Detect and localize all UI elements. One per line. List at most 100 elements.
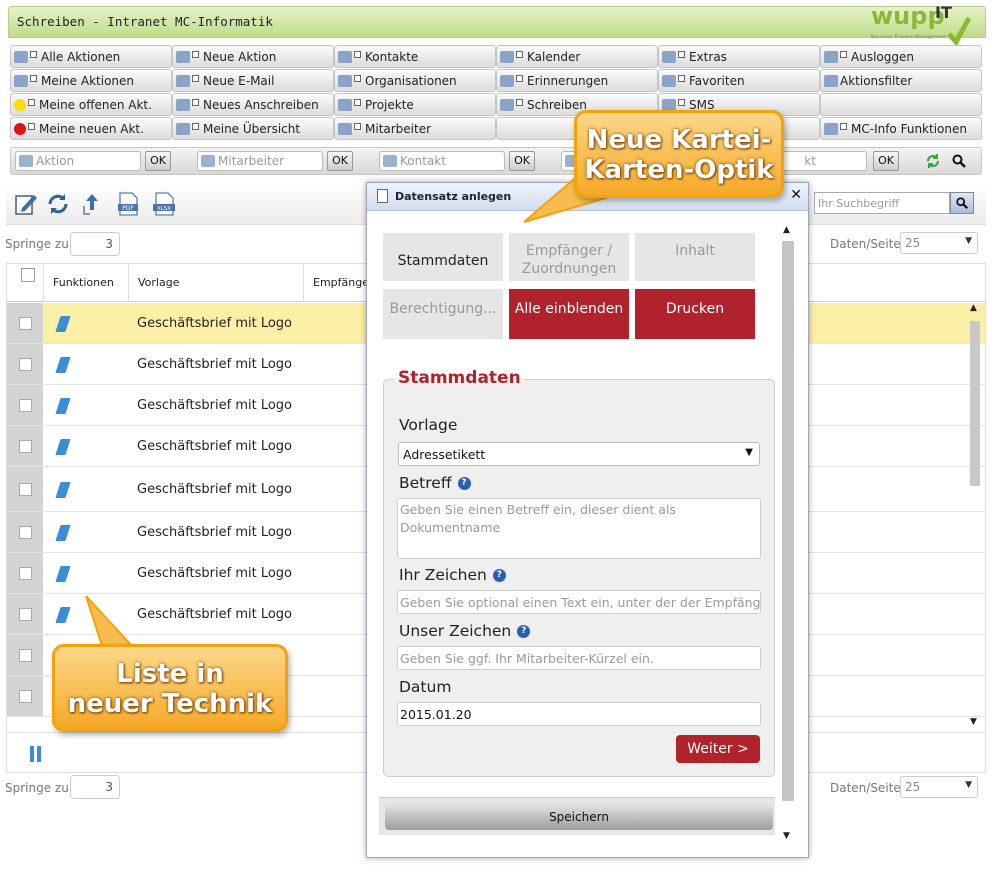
menu-item-mc-info-funktionen[interactable]: MC-Info Funktionen <box>820 117 982 140</box>
close-icon[interactable]: ✕ <box>790 187 802 203</box>
row-checkbox[interactable] <box>19 399 32 412</box>
menu-item-neue-e-mail[interactable]: Neue E-Mail <box>172 69 334 92</box>
row-checkbox[interactable] <box>19 483 32 496</box>
row-checkbox[interactable] <box>19 526 32 539</box>
edit-icon[interactable] <box>55 482 71 498</box>
export-icon[interactable] <box>80 192 104 216</box>
menu-item-label: Ausloggen <box>851 49 914 64</box>
edit-icon[interactable] <box>55 398 71 414</box>
edit-icon[interactable] <box>55 525 71 541</box>
menu-item-meine-neuen-akt[interactable]: Meine neuen Akt. <box>10 117 172 140</box>
menu-item-erinnerungen[interactable]: Erinnerungen <box>496 69 658 92</box>
column-header-funktionen[interactable]: Funktionen <box>53 276 114 289</box>
letter-icon <box>176 98 190 111</box>
menu-item-ausloggen[interactable]: Ausloggen <box>820 45 982 68</box>
menu-item-favoriten[interactable]: Favoriten <box>658 69 820 92</box>
scroll-up-icon[interactable]: ▲ <box>783 225 790 235</box>
xlsx-icon[interactable]: XLSX <box>152 192 176 216</box>
dialog-title: Datensatz anlegen <box>395 190 512 203</box>
open-in-window-icon <box>192 51 199 58</box>
row-checkbox[interactable] <box>19 608 32 621</box>
row-checkbox[interactable] <box>19 358 32 371</box>
reload-icon[interactable] <box>46 192 70 216</box>
menu-item-kalender[interactable]: Kalender <box>496 45 658 68</box>
list-search-input[interactable]: Ihr Suchbegriff <box>814 192 950 214</box>
save-button[interactable]: Speichern <box>385 804 773 830</box>
vorlage-label: Vorlage <box>399 416 458 434</box>
grid-scrollbar[interactable]: ▲ ▼ <box>968 303 982 733</box>
scroll-down-icon[interactable]: ▼ <box>970 717 977 727</box>
edit-icon[interactable] <box>55 316 71 332</box>
dialog-scrollbar[interactable]: ▲ ▼ <box>782 225 794 843</box>
per-page-select-top[interactable]: 25 ▼ <box>900 232 978 254</box>
menu-item-extras[interactable]: Extras <box>658 45 820 68</box>
quick-search-kontakt-ok-button[interactable]: OK <box>509 151 535 171</box>
ihr-zeichen-input[interactable]: Geben Sie optional einen Text ein, unter… <box>397 590 761 614</box>
quick-search-aktion[interactable]: Aktion <box>15 151 141 171</box>
next-button[interactable]: Weiter > <box>676 735 760 763</box>
tab-empfaenger-zuordnungen[interactable]: Empfänger / Zuordnungen <box>509 233 629 281</box>
menu-item-meine-übersicht[interactable]: Meine Übersicht <box>172 117 334 140</box>
menu-item-aktionsfilter[interactable]: Aktionsfilter <box>820 69 982 92</box>
callout-card-optics: Neue Kartei- Karten-Optik <box>574 110 784 198</box>
tab-inhalt[interactable]: Inhalt <box>635 233 755 281</box>
jump-input-top[interactable]: 3 <box>70 232 120 256</box>
datum-input[interactable]: 2015.01.20 <box>397 702 761 726</box>
unser-zeichen-input[interactable]: Geben Sie ggf. Ihr Mitarbeiter-Kürzel ei… <box>397 646 761 670</box>
menu-item-mitarbeiter[interactable]: Mitarbeiter <box>334 117 496 140</box>
refresh-icon[interactable] <box>925 153 941 169</box>
dialog-scrollbar-thumb[interactable] <box>782 241 794 801</box>
menu-item-alle-aktionen[interactable]: Alle Aktionen <box>10 45 172 68</box>
menu-item-neues-anschreiben[interactable]: Neues Anschreiben <box>172 93 334 116</box>
logo-checkmark-icon <box>947 16 971 47</box>
menu-item-meine-offenen-akt[interactable]: Meine offenen Akt. <box>10 93 172 116</box>
tab-berechtigung[interactable]: Berechtigung... <box>383 289 503 339</box>
edit-icon[interactable] <box>55 566 71 582</box>
quick-search-kontakt[interactable]: Kontakt <box>379 151 505 171</box>
select-all-checkbox[interactable] <box>21 268 35 282</box>
callout-list-technology: Liste in neuer Technik <box>52 644 288 732</box>
edit-icon[interactable] <box>55 439 71 455</box>
edit-icon[interactable] <box>14 192 38 216</box>
vorlage-cell: Geschäftsbrief mit Logo <box>137 525 293 540</box>
menu-item-projekte[interactable]: Projekte <box>334 93 496 116</box>
grid-scrollbar-thumb[interactable] <box>970 321 980 486</box>
per-page-select-bottom[interactable]: 25 ▼ <box>900 776 978 798</box>
row-checkbox[interactable] <box>19 440 32 453</box>
scroll-up-icon[interactable]: ▲ <box>970 303 977 313</box>
row-checkbox[interactable] <box>19 317 32 330</box>
row-checkbox[interactable] <box>19 649 32 662</box>
menu-item-meine-aktionen[interactable]: Meine Aktionen <box>10 69 172 92</box>
menu-item-neue-aktion[interactable]: Neue Aktion <box>172 45 334 68</box>
row-checkbox[interactable] <box>19 567 32 580</box>
tab-stammdaten[interactable]: Stammdaten <box>383 233 503 281</box>
quick-search-mitarbeiter-ok-button[interactable]: OK <box>327 151 353 171</box>
quick-search-bar: Aktion OK Mitarbeiter OK Kontakt OK kt O… <box>10 147 982 175</box>
search-icon[interactable] <box>951 153 967 169</box>
status-red-icon <box>14 122 26 135</box>
row-checkbox[interactable] <box>19 690 32 703</box>
list-search-button[interactable] <box>950 192 974 214</box>
quick-search-mitarbeiter[interactable]: Mitarbeiter <box>197 151 323 171</box>
scroll-down-icon[interactable]: ▼ <box>783 831 790 841</box>
edit-icon[interactable] <box>55 607 71 623</box>
jump-input-bottom[interactable]: 3 <box>70 775 120 799</box>
help-icon[interactable]: ? <box>517 625 531 638</box>
betreff-textarea[interactable]: Geben Sie einen Betreff ein, dieser dien… <box>397 498 761 559</box>
vorlage-select[interactable]: Adressetikett <box>398 442 760 466</box>
menu-item-kontakte[interactable]: Kontakte <box>334 45 496 68</box>
print-button[interactable]: Drucken <box>635 289 755 339</box>
quick-search-aktion-ok-button[interactable]: OK <box>145 151 171 171</box>
pdf-icon[interactable]: PDF <box>116 192 140 216</box>
help-icon[interactable]: ? <box>492 569 506 582</box>
edit-icon[interactable] <box>55 357 71 373</box>
column-header-vorlage[interactable]: Vorlage <box>138 276 179 289</box>
column-header-empfaenger[interactable]: Empfänger <box>313 276 374 289</box>
show-all-button[interactable]: Alle einblenden <box>509 289 629 339</box>
quick-search-organisation-ok-button[interactable]: OK <box>873 151 899 171</box>
open-in-window-icon <box>354 75 361 82</box>
menu-item-label: Meine Aktionen <box>41 73 135 88</box>
help-icon[interactable]: ? <box>457 477 471 490</box>
columns-icon[interactable] <box>29 745 43 763</box>
menu-item-organisationen[interactable]: Organisationen <box>334 69 496 92</box>
